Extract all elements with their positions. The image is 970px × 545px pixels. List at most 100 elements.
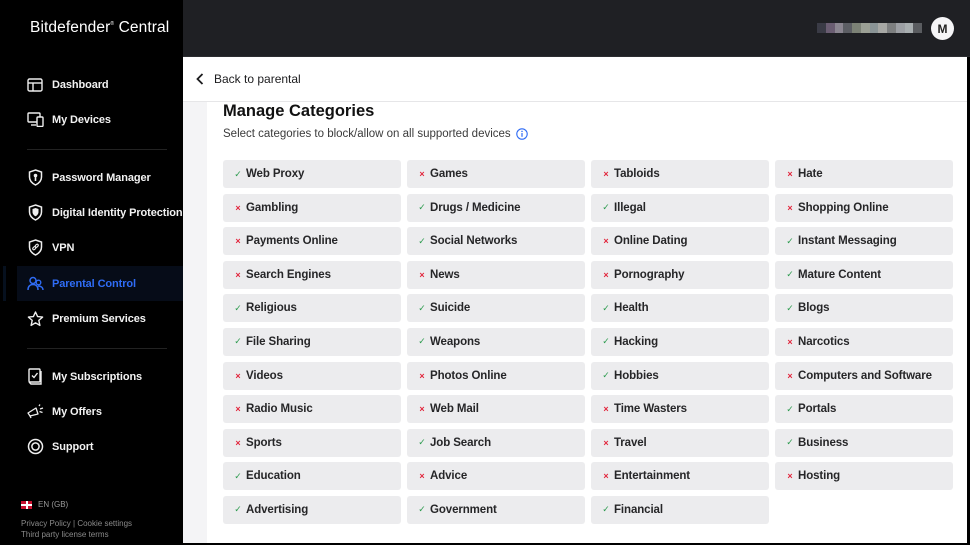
sidebar-item-label: Password Manager xyxy=(52,171,151,184)
category-name: Online Dating xyxy=(614,235,688,248)
sidebar-item-dashboard[interactable]: Dashboard xyxy=(17,67,183,102)
devices-icon xyxy=(26,111,44,129)
category-toggle-news[interactable]: × News xyxy=(407,260,585,289)
category-toggle-weapons[interactable]: ✓ Weapons xyxy=(407,327,585,356)
category-toggle-business[interactable]: ✓ Business xyxy=(775,428,953,457)
category-name: Gambling xyxy=(246,201,299,214)
category-toggle-computers-and-software[interactable]: × Computers and Software xyxy=(775,361,953,390)
cross-icon: × xyxy=(235,404,241,415)
sidebar-item-support[interactable]: Support xyxy=(17,429,183,464)
language-selector[interactable]: EN (GB) xyxy=(21,500,68,509)
category-toggle-radio-music[interactable]: × Radio Music xyxy=(223,395,401,424)
category-toggle-web-proxy[interactable]: ✓ Web Proxy xyxy=(223,160,401,188)
category-toggle-blogs[interactable]: ✓ Blogs xyxy=(775,294,953,323)
category-toggle-social-networks[interactable]: ✓ Social Networks xyxy=(407,227,585,256)
category-toggle-web-mail[interactable]: × Web Mail xyxy=(407,395,585,424)
user-name-blurred xyxy=(817,23,922,33)
privacy-policy-link[interactable]: Privacy Policy xyxy=(21,519,71,528)
sidebar-item-my-devices[interactable]: My Devices xyxy=(17,102,183,137)
category-name: Games xyxy=(430,168,468,180)
back-to-parental-link[interactable]: Back to parental xyxy=(183,57,967,102)
category-toggle-drugs-medicine[interactable]: ✓ Drugs / Medicine xyxy=(407,193,585,222)
main-panel: Back to parental Manage Categories Selec… xyxy=(183,57,967,543)
cross-icon: × xyxy=(419,370,425,381)
sidebar-item-my-subscriptions[interactable]: My Subscriptions xyxy=(17,359,183,394)
uk-flag-icon xyxy=(21,500,32,509)
category-toggle-games[interactable]: × Games xyxy=(407,160,585,188)
category-toggle-hate[interactable]: × Hate xyxy=(775,160,953,188)
star-icon xyxy=(26,310,44,328)
cookie-settings-link[interactable]: Cookie settings xyxy=(77,519,132,528)
category-name: Advertising xyxy=(246,503,309,516)
cross-icon: × xyxy=(603,236,609,247)
cross-icon: × xyxy=(787,471,793,482)
category-toggle-job-search[interactable]: ✓ Job Search xyxy=(407,428,585,457)
category-name: Photos Online xyxy=(430,369,507,382)
category-toggle-financial[interactable]: ✓ Financial xyxy=(591,495,769,524)
category-toggle-portals[interactable]: ✓ Portals xyxy=(775,395,953,424)
cross-icon: × xyxy=(787,169,793,179)
category-toggle-illegal[interactable]: ✓ Illegal xyxy=(591,193,769,222)
category-toggle-education[interactable]: ✓ Education xyxy=(223,462,401,491)
category-toggle-search-engines[interactable]: × Search Engines xyxy=(223,260,401,289)
footer-links: Privacy Policy | Cookie settings Third p… xyxy=(21,518,132,540)
category-toggle-instant-messaging[interactable]: ✓ Instant Messaging xyxy=(775,227,953,256)
category-toggle-time-wasters[interactable]: × Time Wasters xyxy=(591,395,769,424)
category-name: Business xyxy=(798,436,849,449)
app-logo[interactable]: Bitdefender® Central xyxy=(30,19,169,37)
category-toggle-narcotics[interactable]: × Narcotics xyxy=(775,327,953,356)
sidebar-item-parental-control[interactable]: Parental Control xyxy=(17,266,183,301)
sidebar-item-my-offers[interactable]: My Offers xyxy=(17,394,183,429)
category-toggle-advice[interactable]: × Advice xyxy=(407,462,585,491)
category-toggle-videos[interactable]: × Videos xyxy=(223,361,401,390)
sidebar-item-label: Dashboard xyxy=(52,78,109,91)
check-icon: ✓ xyxy=(418,437,426,448)
category-toggle-health[interactable]: ✓ Health xyxy=(591,294,769,323)
sidebar-item-digital-identity-protection[interactable]: Digital Identity Protection xyxy=(17,195,183,230)
parental-users-icon xyxy=(26,275,44,293)
nav-divider xyxy=(27,348,167,349)
category-toggle-hosting[interactable]: × Hosting xyxy=(775,462,953,491)
category-name: Suicide xyxy=(430,302,471,315)
category-toggle-sports[interactable]: × Sports xyxy=(223,428,401,457)
category-name: Hacking xyxy=(614,335,659,348)
category-toggle-travel[interactable]: × Travel xyxy=(591,428,769,457)
category-toggle-tabloids[interactable]: × Tabloids xyxy=(591,160,769,188)
check-icon: ✓ xyxy=(418,504,426,515)
category-toggle-hobbies[interactable]: ✓ Hobbies xyxy=(591,361,769,390)
vpn-shield-icon xyxy=(26,239,44,257)
cross-icon: × xyxy=(235,236,241,247)
category-toggle-mature-content[interactable]: ✓ Mature Content xyxy=(775,260,953,289)
subtitle-text: Select categories to block/allow on all … xyxy=(223,128,511,140)
category-toggle-file-sharing[interactable]: ✓ File Sharing xyxy=(223,327,401,356)
category-toggle-suicide[interactable]: ✓ Suicide xyxy=(407,294,585,323)
sidebar-item-premium-services[interactable]: Premium Services xyxy=(17,301,183,336)
megaphone-icon xyxy=(26,403,44,421)
license-terms-link[interactable]: Third party license terms xyxy=(21,530,109,539)
category-name: Radio Music xyxy=(246,403,313,416)
sidebar-item-password-manager[interactable]: Password Manager xyxy=(17,160,183,195)
category-toggle-advertising[interactable]: ✓ Advertising xyxy=(223,495,401,524)
check-icon: ✓ xyxy=(234,336,242,347)
cross-icon: × xyxy=(235,437,241,448)
category-name: Pornography xyxy=(614,268,685,281)
category-name: Computers and Software xyxy=(798,369,932,382)
category-toggle-religious[interactable]: ✓ Religious xyxy=(223,294,401,323)
category-toggle-government[interactable]: ✓ Government xyxy=(407,495,585,524)
category-toggle-entertainment[interactable]: × Entertainment xyxy=(591,462,769,491)
category-name: Search Engines xyxy=(246,268,331,281)
category-toggle-hacking[interactable]: ✓ Hacking xyxy=(591,327,769,356)
check-icon: ✓ xyxy=(786,235,794,246)
cross-icon: × xyxy=(603,471,609,482)
sidebar-item-vpn[interactable]: VPN xyxy=(17,230,183,265)
cross-icon: × xyxy=(603,404,609,415)
user-avatar[interactable]: M xyxy=(931,17,954,40)
category-toggle-photos-online[interactable]: × Photos Online xyxy=(407,361,585,390)
sidebar-item-label: Parental Control xyxy=(52,277,136,290)
info-icon[interactable] xyxy=(515,128,528,140)
category-toggle-shopping-online[interactable]: × Shopping Online xyxy=(775,193,953,222)
category-toggle-online-dating[interactable]: × Online Dating xyxy=(591,227,769,256)
category-toggle-gambling[interactable]: × Gambling xyxy=(223,193,401,222)
category-toggle-pornography[interactable]: × Pornography xyxy=(591,260,769,289)
category-toggle-payments-online[interactable]: × Payments Online xyxy=(223,227,401,256)
